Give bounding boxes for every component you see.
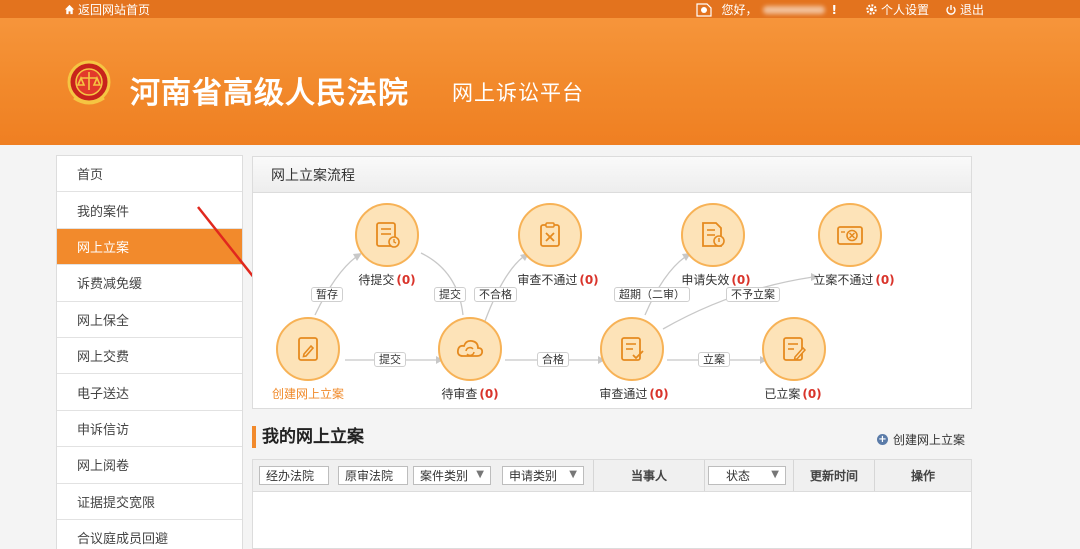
sidebar-item-my-cases[interactable]: 我的案件 — [57, 192, 242, 229]
header-banner: 河南省高级人民法院 网上诉讼平台 — [0, 18, 1080, 145]
site-title: 河南省高级人民法院 — [130, 76, 409, 111]
flow-panel-title: 网上立案流程 — [253, 157, 971, 193]
edge-label-unqualified: 不合格 — [474, 287, 517, 302]
header-updated: 更新时间 — [809, 469, 858, 483]
power-icon — [946, 4, 956, 15]
review-passed-count[interactable]: (0) — [649, 387, 668, 401]
plus-icon: + — [877, 434, 888, 445]
clock-document-icon — [376, 222, 400, 248]
settings-link[interactable]: 个人设置 — [865, 1, 929, 18]
home-icon — [64, 4, 75, 15]
logout-label: 退出 — [959, 3, 984, 17]
node-review-failed-label: 审查不通过 (0) — [517, 273, 599, 287]
apply-failed-count[interactable]: (0) — [731, 273, 750, 287]
sidebar-item-home[interactable]: 首页 — [57, 156, 242, 193]
node-review-failed[interactable] — [518, 203, 582, 267]
clipboard-x-icon — [540, 222, 560, 247]
header-actions: 操作 — [910, 469, 935, 483]
node-pending-review[interactable] — [438, 317, 502, 381]
sidebar-nav: 首页 我的案件 网上立案 诉费减免缓 网上保全 网上交费 电子送达 申诉信访 网… — [56, 155, 243, 549]
node-apply-failed[interactable] — [681, 203, 745, 267]
top-bar: 返回网站首页 您好， ! 个人设置 退出 — [0, 0, 1080, 18]
node-not-filed-label: 立案不通过 (0) — [813, 273, 895, 287]
header-party: 当事人 — [630, 469, 667, 483]
node-not-filed[interactable] — [818, 203, 882, 267]
chevron-down-icon: ▼ — [569, 469, 577, 480]
filter-case-type[interactable]: 案件类别 ▼ — [413, 466, 491, 485]
edit-document-icon — [298, 337, 318, 361]
node-create-label[interactable]: 创建网上立案 — [272, 385, 344, 402]
edit-list-icon — [783, 337, 807, 361]
settings-label: 个人设置 — [880, 3, 929, 17]
sidebar-item-file-review[interactable]: 网上阅卷 — [57, 447, 242, 484]
review-failed-count[interactable]: (0) — [579, 273, 598, 287]
table-header: 经办法院 原审法院 案件类别 ▼ 申请类别 ▼ 当事人 状态 ▼ 更新时间 操作 — [253, 460, 971, 492]
court-emblem-icon — [67, 60, 111, 105]
check-document-icon — [621, 337, 644, 361]
sidebar-item-online-preservation[interactable]: 网上保全 — [57, 302, 242, 338]
node-pending-review-label: 待审查 (0) — [441, 387, 499, 401]
filed-count[interactable]: (0) — [802, 387, 821, 401]
greeting-text: 您好， — [721, 3, 758, 17]
expired-document-icon — [702, 222, 725, 247]
sidebar-item-recusal[interactable]: 合议庭成员回避 — [57, 520, 242, 549]
site-subtitle: 网上诉讼平台 — [452, 81, 584, 105]
home-link[interactable]: 返回网站首页 — [64, 1, 150, 18]
notice-mark[interactable]: ! — [831, 3, 836, 17]
sidebar-item-online-payment[interactable]: 网上交费 — [57, 338, 242, 375]
sidebar-item-petition[interactable]: 申诉信访 — [57, 411, 242, 448]
username-blurred — [763, 5, 826, 14]
node-review-passed[interactable] — [600, 317, 664, 381]
node-create-filing[interactable] — [276, 317, 340, 381]
my-filings-title: 我的网上立案 — [252, 426, 364, 448]
not-filed-count[interactable]: (0) — [875, 273, 894, 287]
create-filing-link[interactable]: + 创建网上立案 — [877, 431, 965, 448]
edge-label-submit-1: 提交 — [374, 352, 406, 367]
edge-label-submit-2: 提交 — [434, 287, 466, 302]
certificate-icon[interactable] — [693, 2, 715, 18]
gear-icon — [866, 4, 877, 15]
sidebar-item-fee-relief[interactable]: 诉费减免缓 — [57, 265, 242, 302]
sidebar-item-evidence-extension[interactable]: 证据提交宽限 — [57, 484, 242, 520]
cloud-refresh-icon — [456, 339, 484, 357]
node-filed-label: 已立案 (0) — [764, 387, 822, 401]
edge-label-qualified: 合格 — [537, 352, 569, 367]
filter-status[interactable]: 状态 ▼ — [708, 466, 786, 485]
node-pending-submit[interactable] — [355, 203, 419, 267]
edge-label-save: 暂存 — [311, 287, 343, 302]
node-apply-failed-label: 申请失效 (0) — [681, 273, 751, 287]
filter-orig-court[interactable]: 原审法院 — [338, 466, 408, 485]
sidebar-item-e-delivery[interactable]: 电子送达 — [57, 374, 242, 411]
pending-submit-count[interactable]: (0) — [396, 273, 415, 287]
filter-apply-type[interactable]: 申请类别 ▼ — [502, 466, 584, 485]
column-divider — [704, 460, 705, 491]
sidebar-item-online-filing[interactable]: 网上立案 — [57, 228, 242, 266]
chevron-down-icon: ▼ — [476, 469, 484, 480]
edge-label-file: 立案 — [698, 352, 730, 367]
cancel-certificate-icon — [837, 226, 863, 245]
edge-label-overdue: 超期（二审） — [614, 287, 690, 302]
edge-label-not-accept: 不予立案 — [726, 287, 780, 302]
filter-court[interactable]: 经办法院 — [259, 466, 329, 485]
node-pending-submit-label: 待提交 (0) — [358, 273, 416, 287]
create-filing-link-label: 创建网上立案 — [893, 433, 966, 447]
logout-link[interactable]: 退出 — [945, 1, 984, 18]
pending-review-count[interactable]: (0) — [479, 387, 498, 401]
node-filed[interactable] — [762, 317, 826, 381]
filing-flow-panel: 网上立案流程 创建网上立案 待提交 (0) 待审查 (0) 审查不通过 (0) … — [252, 156, 972, 409]
my-filings-table: 经办法院 原审法院 案件类别 ▼ 申请类别 ▼ 当事人 状态 ▼ 更新时间 操作 — [252, 459, 972, 549]
chevron-down-icon: ▼ — [771, 469, 779, 480]
node-review-passed-label: 审查通过 (0) — [599, 387, 669, 401]
home-link-label: 返回网站首页 — [78, 3, 151, 17]
